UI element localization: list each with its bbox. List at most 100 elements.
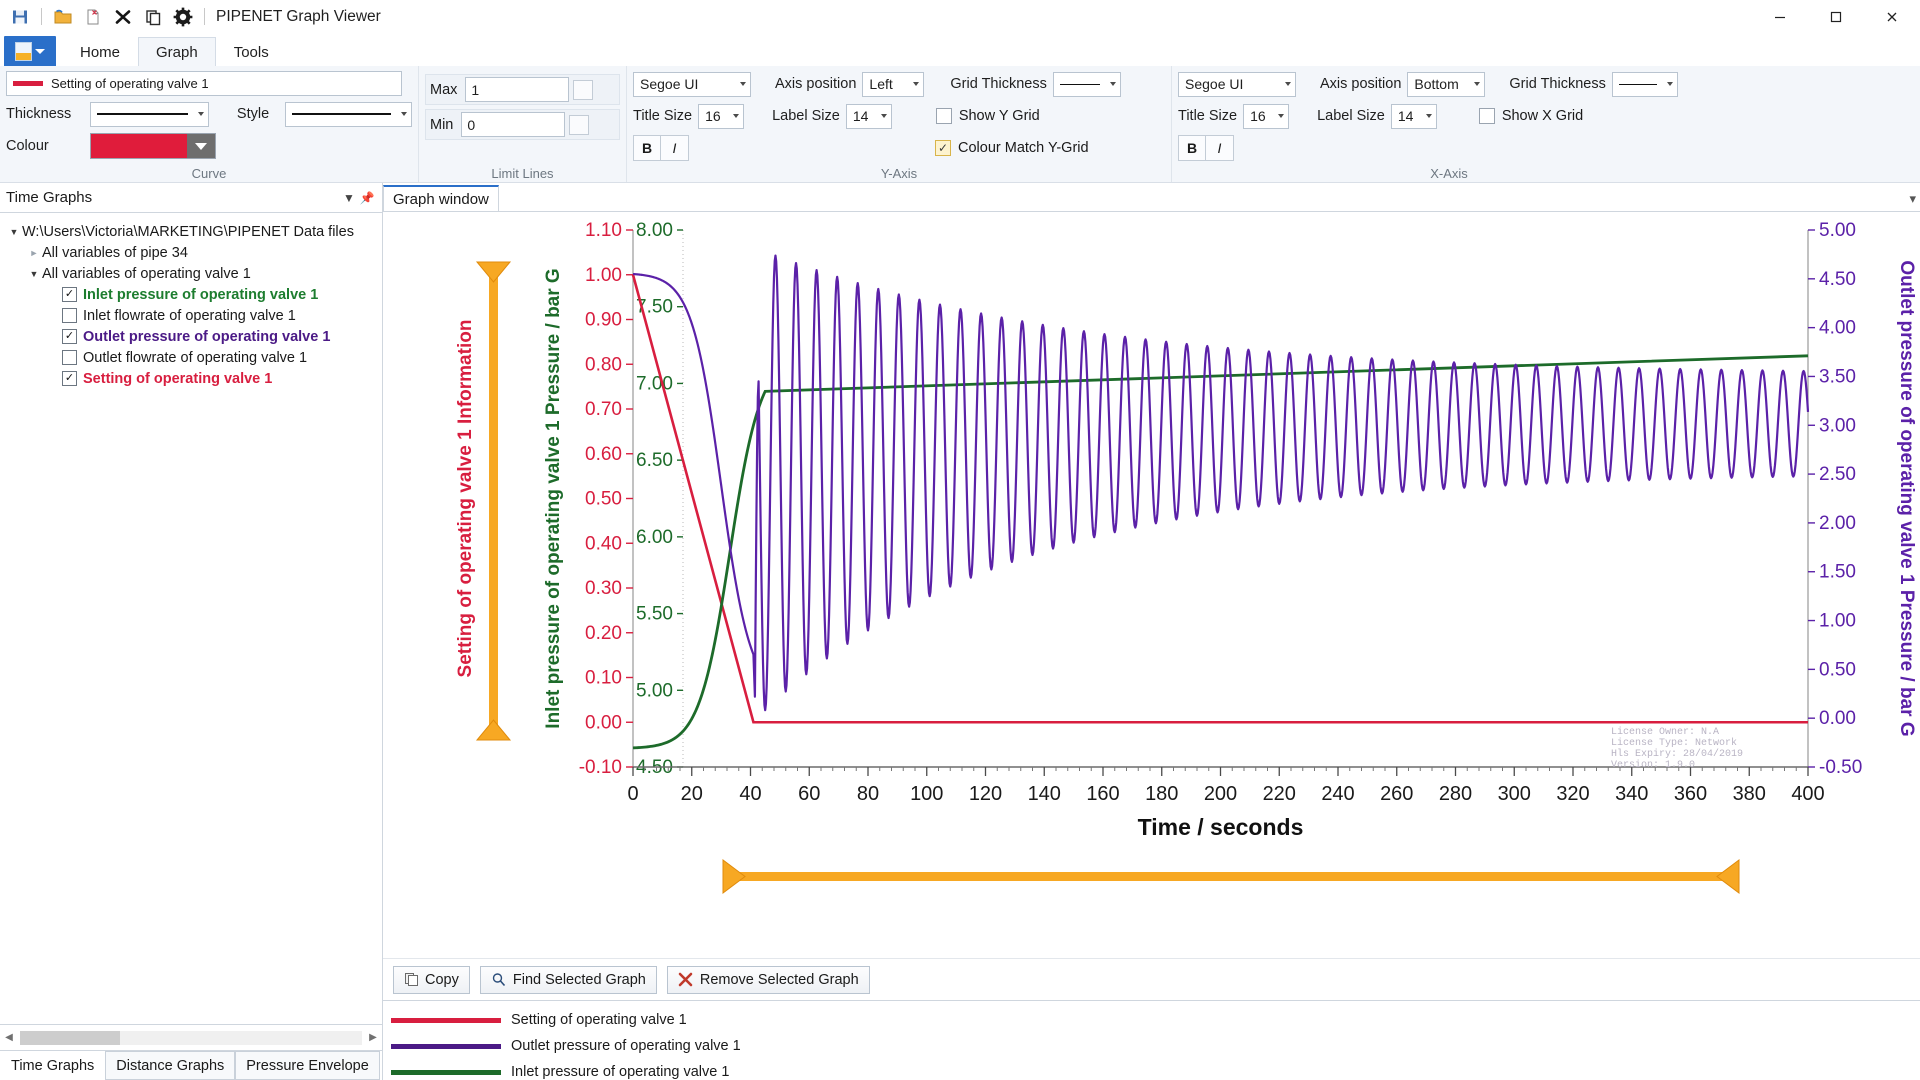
colour-dropdown-arrow[interactable] bbox=[187, 134, 215, 158]
minimize-button[interactable] bbox=[1752, 0, 1808, 34]
svg-text:5.00: 5.00 bbox=[1819, 220, 1856, 241]
tree-item-checkbox[interactable]: ✓ bbox=[62, 329, 77, 344]
graph-pane: Graph window ▾ 8.007.507.006.506.005.505… bbox=[383, 183, 1920, 1080]
maximize-button[interactable] bbox=[1808, 0, 1864, 34]
x-grid-thickness-combo[interactable] bbox=[1612, 72, 1678, 97]
svg-text:Setting of operating valve 1 I: Setting of operating valve 1 Information bbox=[455, 320, 476, 678]
y-italic-button[interactable]: I bbox=[661, 135, 689, 161]
twisty-expanded-icon[interactable]: ▼ bbox=[6, 227, 22, 237]
y-title-size-label: Title Size bbox=[633, 108, 692, 124]
bottom-tab-time-graphs[interactable]: Time Graphs bbox=[0, 1051, 105, 1080]
x-label-size-value: 14 bbox=[1398, 108, 1414, 124]
pin-icon[interactable]: 📌 bbox=[358, 191, 376, 205]
tree-item[interactable]: ✓Inlet pressure of operating valve 1 bbox=[0, 284, 382, 305]
y-grid-thickness-combo[interactable] bbox=[1053, 72, 1121, 97]
min-label: Min bbox=[428, 117, 457, 133]
style-combo[interactable] bbox=[285, 102, 412, 127]
new-doc-icon[interactable] bbox=[79, 3, 107, 31]
svg-text:0.10: 0.10 bbox=[585, 668, 622, 689]
tree-item[interactable]: ▼W:\Users\Victoria\MARKETING\PIPENET Dat… bbox=[0, 221, 382, 242]
show-x-grid-checkbox[interactable]: Show X Grid bbox=[1479, 104, 1583, 128]
svg-text:340: 340 bbox=[1615, 783, 1648, 805]
copy-button[interactable]: Copy bbox=[393, 966, 470, 994]
tree-item-label: W:\Users\Victoria\MARKETING\PIPENET Data… bbox=[22, 224, 354, 240]
tab-home[interactable]: Home bbox=[62, 37, 138, 67]
remove-selected-graph-button[interactable]: Remove Selected Graph bbox=[667, 966, 870, 994]
min-enable-checkbox[interactable] bbox=[569, 115, 589, 135]
svg-text:220: 220 bbox=[1263, 783, 1296, 805]
twisty-collapsed-icon[interactable]: ► bbox=[26, 248, 42, 258]
horizontal-scrollbar[interactable]: ◀ ▶ bbox=[0, 1024, 382, 1050]
x-title-size-value: 16 bbox=[1250, 108, 1266, 124]
tree-item[interactable]: ✓Setting of operating valve 1 bbox=[0, 368, 382, 389]
window-controls bbox=[1752, 0, 1920, 34]
chevron-down-icon bbox=[401, 112, 407, 116]
tab-tools[interactable]: Tools bbox=[216, 37, 287, 67]
colour-match-y-grid-checkbox[interactable]: ✓ Colour Match Y-Grid bbox=[935, 136, 1089, 160]
svg-text:320: 320 bbox=[1556, 783, 1589, 805]
tab-graph[interactable]: Graph bbox=[138, 37, 216, 67]
tree-item-checkbox[interactable] bbox=[62, 308, 77, 323]
tree-item-checkbox[interactable] bbox=[62, 350, 77, 365]
twisty-expanded-icon[interactable]: ▼ bbox=[26, 269, 42, 279]
close-button[interactable] bbox=[1864, 0, 1920, 34]
style-preview-line bbox=[292, 113, 391, 115]
find-icon bbox=[491, 972, 507, 987]
svg-text:6.00: 6.00 bbox=[636, 527, 673, 548]
thickness-combo[interactable] bbox=[90, 102, 209, 127]
variable-tree[interactable]: ▼W:\Users\Victoria\MARKETING\PIPENET Dat… bbox=[0, 213, 382, 1024]
svg-text:License Owner: N.A: License Owner: N.A bbox=[1611, 726, 1719, 738]
y-title-size-value: 16 bbox=[705, 108, 721, 124]
tree-item-label: All variables of operating valve 1 bbox=[42, 266, 251, 282]
scrollbar-track[interactable] bbox=[20, 1031, 362, 1045]
tree-item[interactable]: ►All variables of pipe 34 bbox=[0, 242, 382, 263]
svg-text:0.90: 0.90 bbox=[585, 310, 622, 331]
chart-canvas[interactable]: 8.007.507.006.506.005.505.004.50Inlet pr… bbox=[383, 212, 1920, 958]
tab-graph-window[interactable]: Graph window bbox=[383, 185, 499, 211]
legend-item[interactable]: Setting of operating valve 1 bbox=[391, 1007, 1920, 1033]
svg-text:20: 20 bbox=[681, 783, 703, 805]
y-label-size-combo[interactable]: 14 bbox=[846, 104, 892, 129]
close-x-icon[interactable] bbox=[109, 3, 137, 31]
gear-icon[interactable] bbox=[169, 3, 197, 31]
scrollbar-thumb[interactable] bbox=[20, 1031, 120, 1045]
x-axis-position-combo[interactable]: Bottom bbox=[1407, 72, 1485, 97]
max-input[interactable]: 1 bbox=[465, 77, 569, 102]
x-axis-font-combo[interactable]: Segoe UI bbox=[1178, 72, 1296, 97]
bottom-tab-distance-graphs[interactable]: Distance Graphs bbox=[105, 1051, 235, 1080]
find-button-label: Find Selected Graph bbox=[513, 972, 646, 988]
file-menu-button[interactable] bbox=[4, 36, 56, 66]
copy-icon[interactable] bbox=[139, 3, 167, 31]
bottom-tab-pressure-envelope[interactable]: Pressure Envelope bbox=[235, 1051, 380, 1080]
y-axis-font-combo[interactable]: Segoe UI bbox=[633, 72, 751, 97]
legend-item[interactable]: Outlet pressure of operating valve 1 bbox=[391, 1033, 1920, 1059]
thickness-preview-line bbox=[97, 113, 188, 115]
tree-item[interactable]: Outlet flowrate of operating valve 1 bbox=[0, 347, 382, 368]
tree-item-checkbox[interactable]: ✓ bbox=[62, 371, 77, 386]
find-selected-graph-button[interactable]: Find Selected Graph bbox=[480, 966, 657, 994]
tree-item[interactable]: ▼All variables of operating valve 1 bbox=[0, 263, 382, 284]
scroll-right-icon[interactable]: ▶ bbox=[366, 1032, 380, 1043]
tree-item[interactable]: Inlet flowrate of operating valve 1 bbox=[0, 305, 382, 326]
x-label-size-combo[interactable]: 14 bbox=[1391, 104, 1437, 129]
max-enable-checkbox[interactable] bbox=[573, 80, 593, 100]
min-input[interactable]: 0 bbox=[461, 112, 565, 137]
selected-curve-combo[interactable]: Setting of operating valve 1 bbox=[6, 71, 402, 96]
legend-item[interactable]: Inlet pressure of operating valve 1 bbox=[391, 1059, 1920, 1080]
save-icon[interactable] bbox=[6, 3, 34, 31]
x-italic-button[interactable]: I bbox=[1206, 135, 1234, 161]
y-bold-button[interactable]: B bbox=[633, 135, 661, 161]
x-title-size-combo[interactable]: 16 bbox=[1243, 104, 1289, 129]
y-axis-position-combo[interactable]: Left bbox=[862, 72, 924, 97]
ribbon-group-limit-lines: Max 1 Min 0 Limit Lines bbox=[418, 66, 626, 182]
tree-item[interactable]: ✓Outlet pressure of operating valve 1 bbox=[0, 326, 382, 347]
chevron-down-icon[interactable]: ▼ bbox=[340, 191, 358, 205]
x-bold-button[interactable]: B bbox=[1178, 135, 1206, 161]
tabstrip-menu-icon[interactable]: ▾ bbox=[1909, 191, 1916, 207]
colour-picker-button[interactable] bbox=[90, 133, 216, 159]
show-y-grid-checkbox[interactable]: Show Y Grid bbox=[936, 104, 1040, 128]
tree-item-checkbox[interactable]: ✓ bbox=[62, 287, 77, 302]
y-title-size-combo[interactable]: 16 bbox=[698, 104, 744, 129]
open-folder-icon[interactable] bbox=[49, 3, 77, 31]
scroll-left-icon[interactable]: ◀ bbox=[2, 1032, 16, 1043]
